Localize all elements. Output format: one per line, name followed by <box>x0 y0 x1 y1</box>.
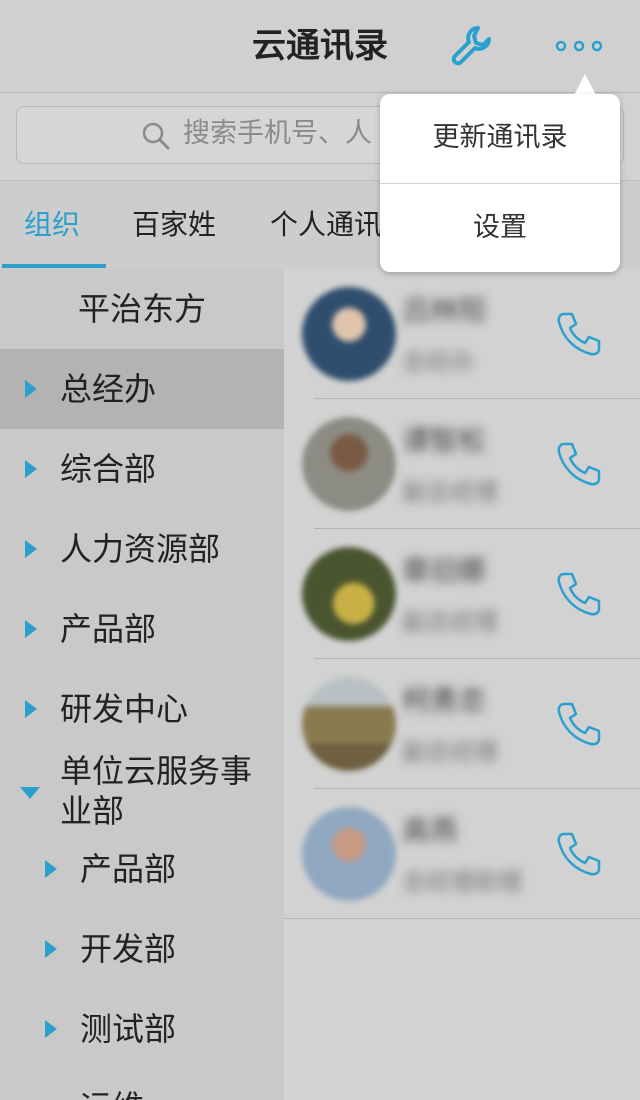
expand-arrow-icon <box>25 540 37 558</box>
dept-label: 开发部 <box>80 930 177 968</box>
phone-icon[interactable] <box>554 439 604 489</box>
avatar <box>302 677 396 771</box>
sub-dept-item[interactable]: 测试部 <box>0 989 284 1069</box>
active-tab-indicator <box>2 264 106 268</box>
app-header: 云通讯录 <box>0 0 640 93</box>
expand-arrow-icon <box>25 620 37 638</box>
expand-arrow-icon <box>45 940 57 958</box>
organization-name[interactable]: 平治东方 <box>0 269 284 349</box>
department-tree: 平治东方 总经办 综合部 人力资源部 产品部 研发中心 单位云服务事业部 产品部… <box>0 269 284 1100</box>
search-icon <box>142 122 170 150</box>
expand-arrow-icon <box>45 860 57 878</box>
wrench-icon[interactable] <box>448 22 496 70</box>
page-title: 云通讯录 <box>252 26 388 66</box>
avatar <box>302 287 396 381</box>
phone-icon[interactable] <box>554 569 604 619</box>
dept-label: 人力资源部 <box>60 530 221 568</box>
more-dots-icon[interactable] <box>552 30 608 62</box>
contact-name: 高燕 <box>402 814 459 847</box>
search-placeholder: 搜索手机号、人 <box>183 118 372 149</box>
collapse-arrow-icon <box>20 787 40 799</box>
contact-row[interactable]: 柯勇忠 副总经理 <box>284 659 640 789</box>
dept-label: 产品部 <box>60 610 157 648</box>
contact-dept: 总经理助理 <box>402 868 522 896</box>
popup-arrow <box>574 74 596 95</box>
dept-label: 产品部 <box>80 850 177 888</box>
contact-list: 吕林阳 总经办 谭智松 副总经理 章旧娜 副总经理 柯勇忠 副总经理 高燕 总经… <box>284 269 640 1100</box>
tab-organization[interactable]: 组织 <box>24 207 80 243</box>
phone-icon[interactable] <box>554 699 604 749</box>
dept-item[interactable]: 人力资源部 <box>0 509 284 589</box>
expand-arrow-icon <box>25 380 37 398</box>
tab-surnames[interactable]: 百家姓 <box>132 207 216 243</box>
dept-item[interactable]: 产品部 <box>0 589 284 669</box>
sub-dept-item[interactable]: 开发部 <box>0 909 284 989</box>
row-divider <box>284 918 640 919</box>
contact-dept: 副总经理 <box>402 478 498 506</box>
dept-label: 单位云服务事业部 <box>60 752 253 830</box>
menu-item-settings[interactable]: 设置 <box>380 184 620 272</box>
avatar <box>302 417 396 511</box>
avatar <box>302 547 396 641</box>
expand-arrow-icon <box>45 1020 57 1038</box>
expand-arrow-icon <box>25 460 37 478</box>
dept-label: 研发中心 <box>60 690 189 728</box>
sub-dept-item[interactable]: 运维 <box>0 1069 284 1100</box>
contact-dept: 副总经理 <box>402 608 498 636</box>
sub-dept-item[interactable]: 产品部 <box>0 829 284 909</box>
contact-name: 章旧娜 <box>402 554 487 587</box>
contact-row[interactable]: 高燕 总经理助理 <box>284 789 640 919</box>
expand-arrow-icon <box>25 700 37 718</box>
tab-personal-contacts[interactable]: 个人通讯 <box>270 207 382 243</box>
dept-item-expanded[interactable]: 单位云服务事业部 <box>0 749 284 839</box>
menu-item-update-contacts[interactable]: 更新通讯录 <box>380 94 620 182</box>
more-menu: 更新通讯录 设置 <box>380 94 620 272</box>
dept-label: 运维 <box>80 1087 144 1100</box>
contact-dept: 总经办 <box>402 348 474 376</box>
contact-row[interactable]: 谭智松 副总经理 <box>284 399 640 529</box>
avatar <box>302 807 396 901</box>
dept-label: 综合部 <box>60 450 157 488</box>
contact-row[interactable]: 吕林阳 总经办 <box>284 269 640 399</box>
phone-icon[interactable] <box>554 309 604 359</box>
contact-name: 柯勇忠 <box>402 684 487 717</box>
phone-icon[interactable] <box>554 829 604 879</box>
contact-name: 谭智松 <box>402 424 487 457</box>
dept-item[interactable]: 研发中心 <box>0 669 284 749</box>
contact-row[interactable]: 章旧娜 副总经理 <box>284 529 640 659</box>
dept-item[interactable]: 总经办 <box>0 349 284 429</box>
dept-item[interactable]: 综合部 <box>0 429 284 509</box>
dept-label: 测试部 <box>80 1010 177 1048</box>
dept-label: 总经办 <box>60 370 157 408</box>
contact-name: 吕林阳 <box>402 294 487 327</box>
contact-dept: 副总经理 <box>402 738 498 766</box>
